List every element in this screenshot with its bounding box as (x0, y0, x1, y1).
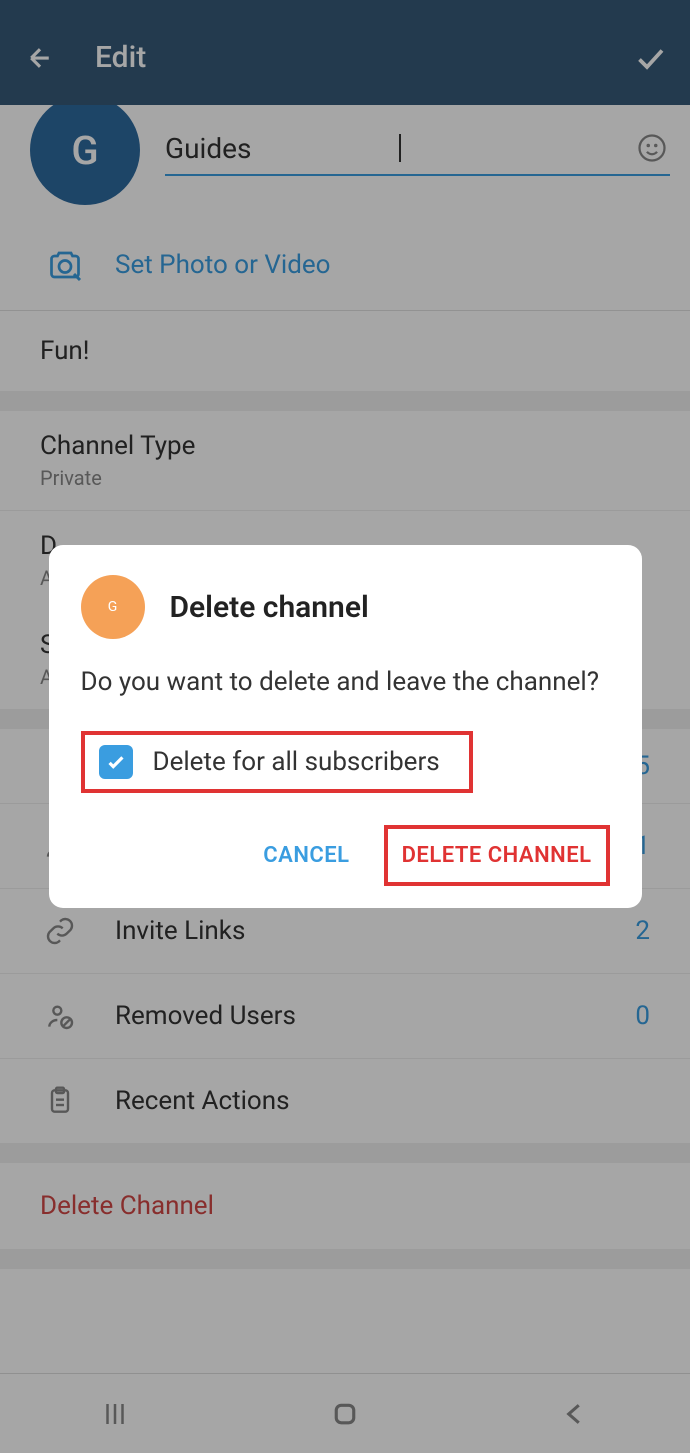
modal-overlay[interactable]: G Delete channel Do you want to delete a… (0, 0, 690, 1453)
checkbox-checked-icon (99, 745, 133, 779)
dialog-message: Do you want to delete and leave the chan… (81, 664, 610, 700)
dialog-header: G Delete channel (81, 575, 610, 639)
dialog-actions: CANCEL DELETE CHANNEL (81, 825, 610, 886)
dialog-avatar: G (81, 575, 145, 639)
delete-channel-button[interactable]: DELETE CHANNEL (384, 825, 610, 886)
cancel-button[interactable]: CANCEL (251, 829, 361, 882)
checkbox-label: Delete for all subscribers (153, 747, 440, 777)
delete-for-all-checkbox-row[interactable]: Delete for all subscribers (81, 731, 473, 793)
dialog-title: Delete channel (170, 590, 369, 625)
delete-channel-dialog: G Delete channel Do you want to delete a… (49, 545, 642, 907)
